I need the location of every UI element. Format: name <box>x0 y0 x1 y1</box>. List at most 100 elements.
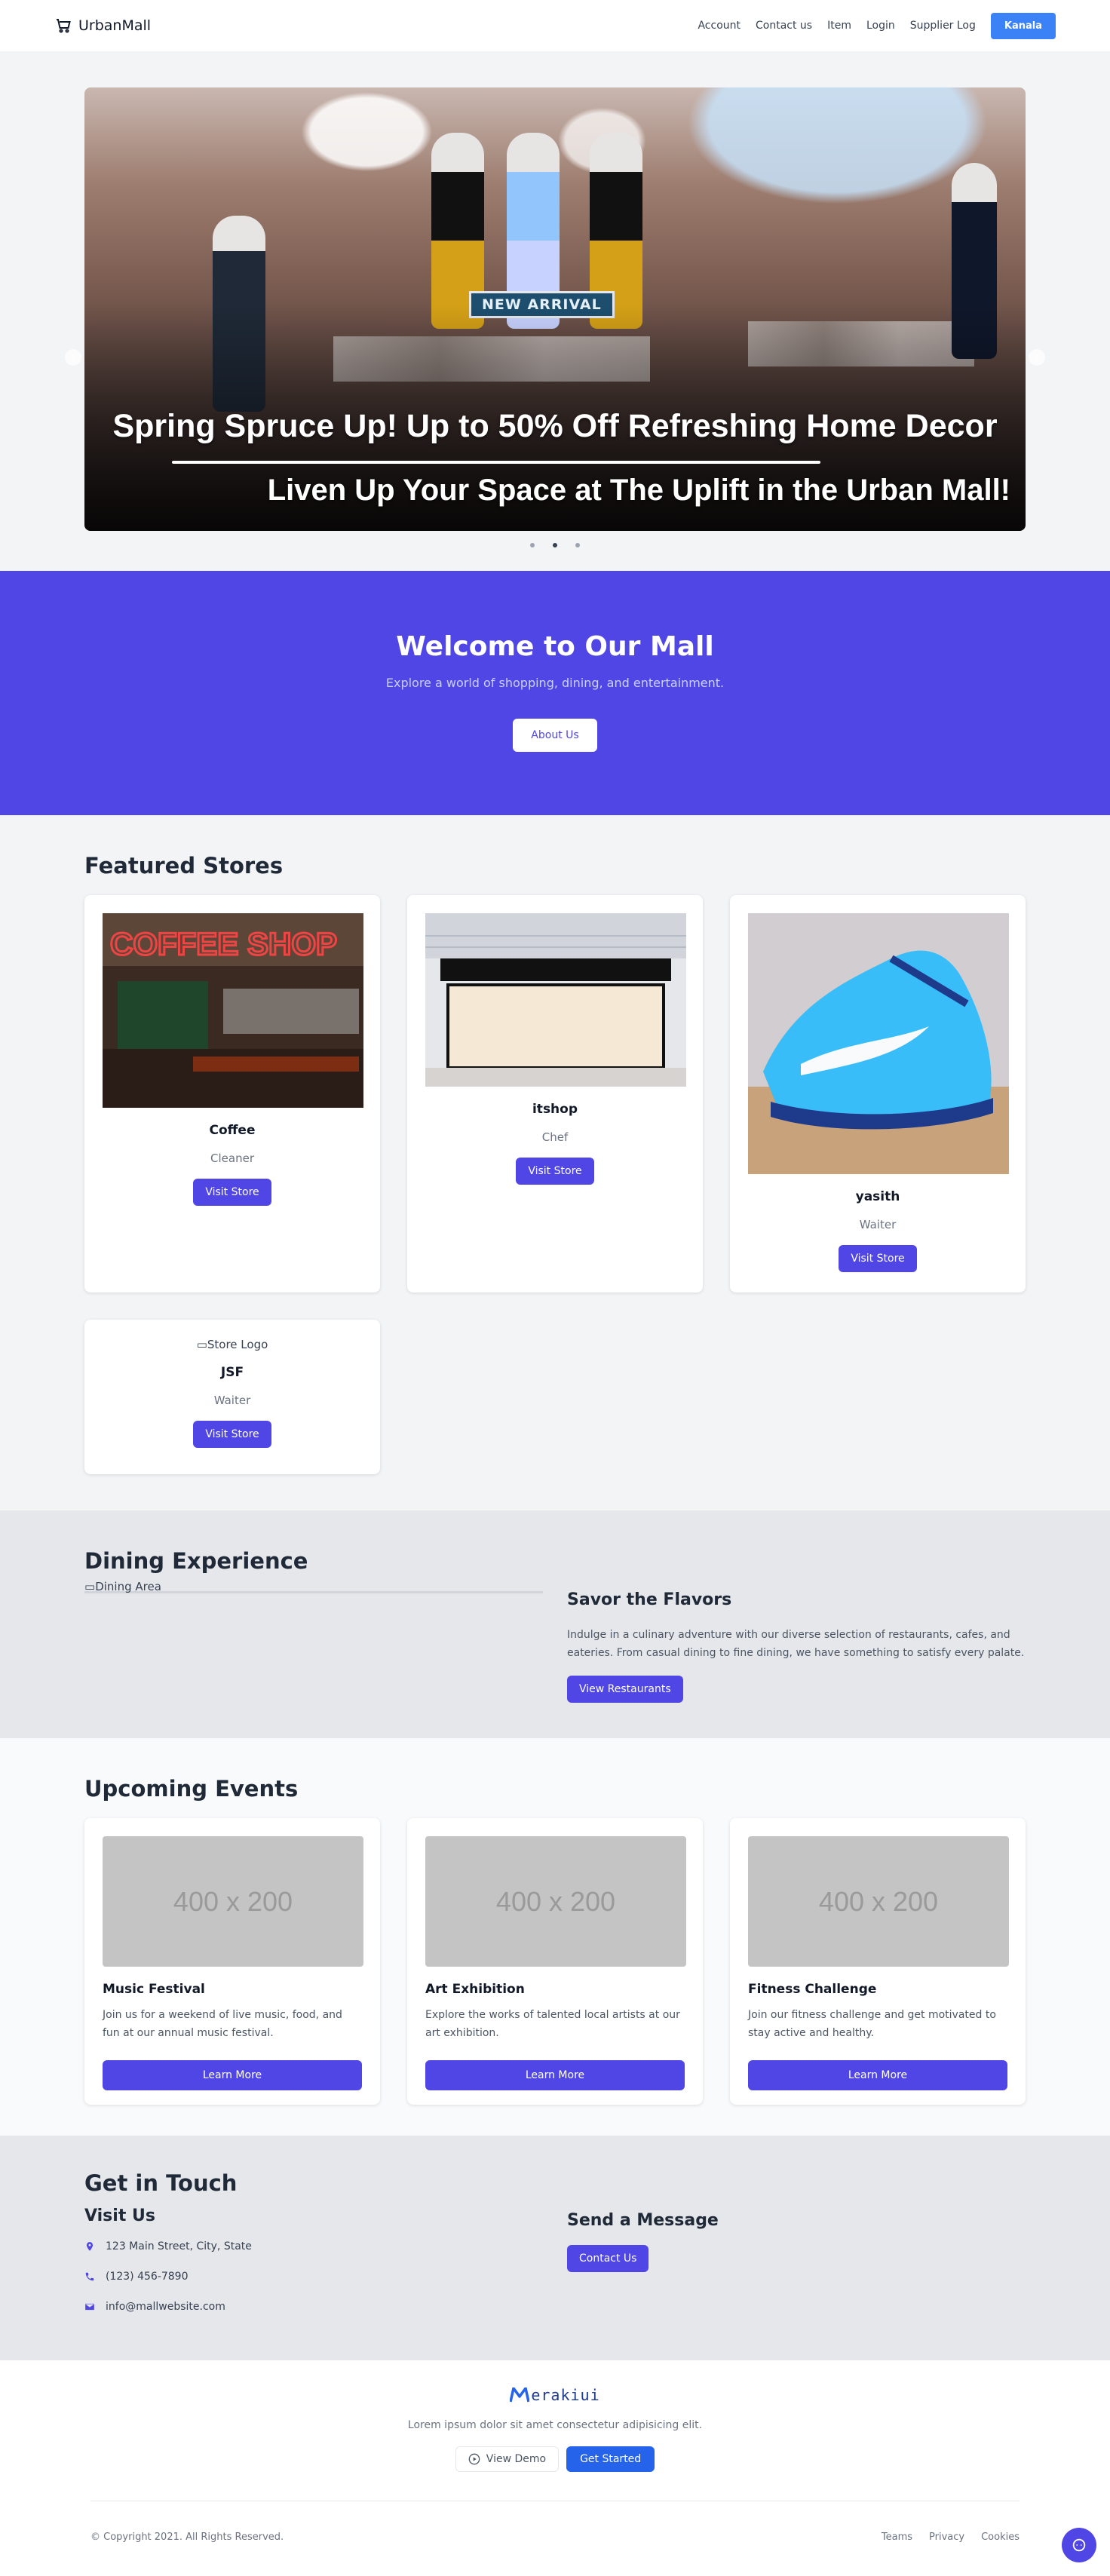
dining-section: Dining Experience ▭Dining Area Savor the… <box>0 1510 1110 1738</box>
email-text[interactable]: info@mallwebsite.com <box>106 2301 225 2313</box>
event-title: Art Exhibition <box>425 1982 525 1997</box>
store-role: Chef <box>541 1130 569 1144</box>
store-logo-alt: Store Logo <box>207 1338 268 1351</box>
events-title: Upcoming Events <box>84 1776 299 1802</box>
merakiui-m-icon <box>510 2387 530 2403</box>
store-grid: COFFEE SHOP Coffee Cleaner Visit Store i… <box>84 895 1026 1474</box>
sneaker-image <box>748 913 1009 1174</box>
about-us-button[interactable]: About Us <box>513 719 597 752</box>
chevron-right-icon[interactable]: › <box>1029 349 1045 366</box>
address-item: 123 Main Street, City, State <box>84 2240 543 2252</box>
dining-heading: Savor the Flavors <box>567 1590 732 1609</box>
nav-link-supplier-log[interactable]: Supplier Log <box>910 20 976 32</box>
store-role: Cleaner <box>210 1152 254 1165</box>
dining-description: Indulge in a culinary adventure with our… <box>567 1629 1025 1659</box>
contact-us-button[interactable]: Contact Us <box>567 2245 649 2272</box>
phone-icon <box>85 2272 94 2281</box>
shopping-cart-icon <box>57 19 71 33</box>
footer-bottom: © Copyright 2021. All Rights Reserved. T… <box>90 2532 1020 2543</box>
svg-text:COFFEE SHOP: COFFEE SHOP <box>110 926 337 961</box>
view-demo-button[interactable]: View Demo <box>455 2446 560 2472</box>
brand-logo[interactable]: UrbanMall <box>54 17 151 35</box>
visit-store-button[interactable]: Visit Store <box>516 1158 594 1185</box>
brand-name: UrbanMall <box>78 17 152 34</box>
nav-link-login[interactable]: Login <box>866 20 895 32</box>
send-message-title: Send a Message <box>567 2211 719 2230</box>
dining-title: Dining Experience <box>84 1548 308 1574</box>
visit-us-title: Visit Us <box>84 2206 155 2225</box>
welcome-section: Welcome to Our Mall Explore a world of s… <box>0 571 1110 815</box>
contact-section: Get in Touch Visit Us 123 Main Street, C… <box>0 2136 1110 2360</box>
store-card: COFFEE SHOP Coffee Cleaner Visit Store <box>84 895 380 1293</box>
welcome-title: Welcome to Our Mall <box>396 631 714 662</box>
event-title: Fitness Challenge <box>748 1982 877 1997</box>
dining-area-broken-image: ▭Dining Area <box>84 1580 543 1593</box>
events-section: Upcoming Events 400 x 200 Music Festival… <box>0 1738 1110 2136</box>
contact-row: Visit Us 123 Main Street, City, State (1… <box>84 2206 1026 2331</box>
event-title: Music Festival <box>103 1982 205 1997</box>
nav-cta-button[interactable]: Kanala <box>990 12 1056 39</box>
carousel-dot-1[interactable] <box>530 543 535 547</box>
nav-link-contact[interactable]: Contact us <box>756 20 812 32</box>
event-image-placeholder: 400 x 200 <box>103 1836 363 1967</box>
events-grid: 400 x 200 Music Festival Join us for a w… <box>84 1818 1026 2105</box>
hero-title: Spring Spruce Up! Up to 50% Off Refreshi… <box>112 408 998 444</box>
address-text: 123 Main Street, City, State <box>106 2240 252 2252</box>
nav-link-account[interactable]: Account <box>698 20 741 32</box>
footer-logo[interactable]: erakiui <box>0 2360 1110 2404</box>
footer-link-privacy[interactable]: Privacy <box>929 2532 964 2543</box>
storefront-image <box>425 913 686 1087</box>
top-navbar: UrbanMall Account Contact us Item Login … <box>0 0 1110 51</box>
chat-bubble-icon <box>1072 2538 1086 2552</box>
visit-store-button[interactable]: Visit Store <box>193 1421 271 1448</box>
send-message-column: Send a Message Contact Us <box>567 2206 1026 2331</box>
store-card: ▭Store Logo JSF Waiter Visit Store <box>84 1320 380 1474</box>
event-card: 400 x 200 Fitness Challenge Join our fit… <box>730 1818 1026 2105</box>
event-image-placeholder: 400 x 200 <box>425 1836 686 1967</box>
carousel-indicators <box>0 543 1110 547</box>
coffee-shop-image: COFFEE SHOP <box>103 913 363 1108</box>
phone-item: (123) 456-7890 <box>84 2271 543 2283</box>
event-description: Explore the works of talented local arti… <box>425 2009 680 2039</box>
visit-store-button[interactable]: Visit Store <box>193 1179 271 1206</box>
email-item: info@mallwebsite.com <box>84 2301 543 2313</box>
hero-carousel[interactable]: NEW ARRIVAL Spring Spruce Up! Up to 50% … <box>84 87 1026 531</box>
store-name: JSF <box>220 1365 244 1380</box>
view-demo-label: View Demo <box>486 2453 547 2465</box>
carousel-dot-2[interactable] <box>553 543 557 547</box>
dining-row: ▭Dining Area Savor the Flavors Indulge i… <box>84 1580 1026 1703</box>
contact-title: Get in Touch <box>84 2170 238 2196</box>
floating-action-button[interactable] <box>1062 2528 1096 2562</box>
footer-logo-text: erakiui <box>531 2386 600 2404</box>
envelope-icon <box>85 2303 94 2311</box>
play-circle-icon <box>468 2453 480 2465</box>
copyright-text: © Copyright 2021. All Rights Reserved. <box>90 2532 284 2543</box>
dining-area-alt: Dining Area <box>95 1580 161 1593</box>
footer-buttons: View Demo Get Started <box>0 2446 1110 2472</box>
nav-link-item[interactable]: Item <box>827 20 851 32</box>
event-image-placeholder: 400 x 200 <box>748 1836 1009 1967</box>
footer-link-teams[interactable]: Teams <box>882 2532 912 2543</box>
learn-more-button[interactable]: Learn More <box>748 2060 1007 2090</box>
visit-store-button[interactable]: Visit Store <box>839 1245 917 1272</box>
chevron-left-icon[interactable]: ‹ <box>65 349 81 366</box>
phone-text: (123) 456-7890 <box>106 2271 189 2283</box>
dining-content: Savor the Flavors Indulge in a culinary … <box>567 1580 1026 1703</box>
visit-us-column: Visit Us 123 Main Street, City, State (1… <box>84 2206 543 2331</box>
learn-more-button[interactable]: Learn More <box>103 2060 362 2090</box>
carousel-dot-3[interactable] <box>575 543 580 547</box>
footer: erakiui Lorem ipsum dolor sit amet conse… <box>0 2360 1110 2576</box>
store-role: Waiter <box>213 1394 251 1407</box>
learn-more-button[interactable]: Learn More <box>425 2060 685 2090</box>
nav-links: Account Contact us Item Login Supplier L… <box>698 12 1056 39</box>
footer-link-cookies[interactable]: Cookies <box>981 2532 1020 2543</box>
store-card: itshop Chef Visit Store <box>407 895 703 1293</box>
event-description: Join our fitness challenge and get motiv… <box>748 2009 996 2039</box>
store-logo-broken-image: ▭Store Logo <box>196 1338 268 1351</box>
footer-tagline: Lorem ipsum dolor sit amet consectetur a… <box>407 2419 703 2431</box>
map-pin-icon <box>86 2242 94 2251</box>
view-restaurants-button[interactable]: View Restaurants <box>567 1676 683 1703</box>
event-card: 400 x 200 Music Festival Join us for a w… <box>84 1818 380 2105</box>
event-description: Join us for a weekend of live music, foo… <box>103 2009 342 2039</box>
get-started-button[interactable]: Get Started <box>566 2446 655 2472</box>
